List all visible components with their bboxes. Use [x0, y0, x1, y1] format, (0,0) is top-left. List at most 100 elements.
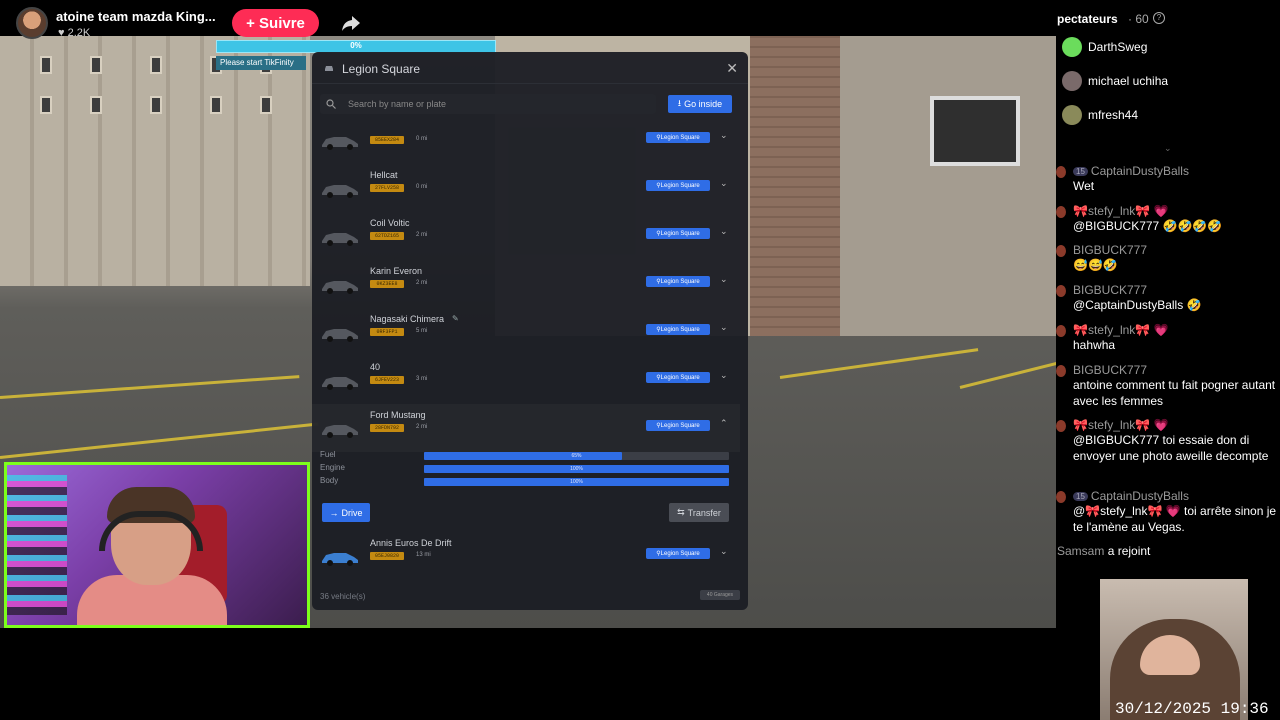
search-icon — [326, 99, 336, 109]
edit-icon[interactable]: ✎ — [452, 314, 459, 323]
fuel-label: Fuel — [320, 450, 336, 459]
distance: 2 mi — [416, 424, 428, 430]
streamer-avatar[interactable] — [16, 7, 48, 39]
chat-user[interactable]: 15 CaptainDustyBalls — [1073, 164, 1189, 178]
webcam-streamer — [4, 462, 310, 628]
chat-text: antoine comment tu fait pogner autant av… — [1073, 378, 1276, 408]
chevron-down-icon[interactable]: ⌄ — [720, 322, 728, 333]
search-input[interactable] — [348, 97, 638, 111]
chat-user[interactable]: BIGBUCK777 — [1073, 243, 1147, 257]
go-inside-button[interactable]: ⭳ Go inside — [668, 95, 732, 113]
transfer-label: Transfer — [687, 507, 721, 518]
stream-header: atoine team mazda King... ♥ 2.2K + Suivr… — [0, 0, 1056, 39]
location-badge: ⚲ Legion Square — [646, 228, 710, 239]
spectator-name: DarthSweg — [1088, 40, 1148, 54]
chevron-up-icon[interactable]: ⌃ — [720, 418, 728, 429]
tikfinity-progress-text: 0% — [350, 41, 362, 50]
fuel-bar: 65% — [424, 452, 729, 460]
transfer-button[interactable]: ⇆ Transfer — [669, 503, 729, 522]
vehicle-name: Coil Voltic — [370, 218, 410, 228]
chat-user[interactable]: 🎀stefy_lnk🎀 💗 — [1073, 323, 1169, 337]
vehicle-row[interactable]: 85EEX284 0 mi ⚲ Legion Square ⌄ — [312, 116, 740, 164]
vehicle-name: Nagasaki Chimera — [370, 314, 445, 324]
chevron-down-icon[interactable]: ⌄ — [1164, 143, 1172, 154]
avatar — [1056, 491, 1066, 503]
vehicle-row[interactable]: Karin Everon 0KZ3EE8 2 mi ⚲ Legion Square ⌄ — [312, 260, 740, 308]
distance: 0 mi — [416, 136, 428, 142]
search-field[interactable] — [320, 94, 656, 114]
stream-title[interactable]: atoine team mazda King... — [56, 9, 216, 24]
engine-bar: 100% — [424, 465, 729, 473]
level-badge: 15 — [1073, 167, 1088, 176]
info-icon[interactable]: ? — [1153, 12, 1165, 24]
join-user: Samsam — [1057, 544, 1105, 558]
spectator-name: mfresh44 — [1088, 108, 1139, 122]
building-left — [0, 36, 310, 286]
vehicle-name: Karin Everon — [370, 266, 423, 276]
car-thumbnail — [322, 425, 358, 438]
garage-header: Legion Square ✕ — [312, 52, 748, 84]
body-value: 100% — [570, 479, 583, 485]
distance: 2 mi — [416, 232, 428, 238]
engine-value: 100% — [570, 466, 583, 472]
chevron-down-icon[interactable]: ⌄ — [720, 178, 728, 189]
vehicle-name: Hellcat — [370, 170, 398, 180]
chat-user[interactable]: 🎀stefy_lnk🎀 💗 — [1073, 418, 1169, 432]
chat-user[interactable]: BIGBUCK777 — [1073, 363, 1147, 377]
viewer-count: ♥ 2.2K — [58, 27, 91, 39]
plate: 62TDZ165 — [370, 232, 404, 240]
level-badge: 15 — [1073, 492, 1088, 501]
car-thumbnail — [322, 185, 358, 198]
location-badge: ⚲ Legion Square — [646, 132, 710, 143]
location-badge: ⚲ Legion Square — [646, 420, 710, 431]
location-badge: ⚲ Legion Square — [646, 372, 710, 383]
go-inside-label: Go inside — [684, 99, 723, 109]
chevron-down-icon[interactable]: ⌄ — [720, 274, 728, 285]
location-badge: ⚲ Legion Square — [646, 324, 710, 335]
webcam-guest — [1100, 579, 1248, 720]
avatar — [1056, 365, 1066, 377]
plate: 0KZ3EE8 — [370, 280, 404, 288]
avatar — [1056, 206, 1066, 218]
car-thumbnail — [322, 281, 358, 294]
chat-text: @BIGBUCK777 toi essaie don di envoyer un… — [1073, 433, 1269, 463]
vehicle-row[interactable]: Coil Voltic 62TDZ165 2 mi ⚲ Legion Square ⌄ — [312, 212, 740, 260]
drive-label: Drive — [341, 507, 363, 518]
chat-text: @BIGBUCK777 🤣🤣🤣🤣 — [1073, 219, 1223, 233]
avatar — [1056, 245, 1066, 257]
chat-user[interactable]: 15 CaptainDustyBalls — [1073, 489, 1189, 503]
chat-user[interactable]: BIGBUCK777 — [1073, 283, 1147, 297]
chevron-down-icon[interactable]: ⌄ — [720, 226, 728, 237]
vehicle-row-annis-euros[interactable]: Annis Euros De Drift 05EJ0820 13 mi ⚲ Le… — [312, 532, 740, 580]
garage-panel: Legion Square ✕ ⭳Go inside 85EEX284 0 mi ⚲… — [312, 52, 748, 610]
drive-button[interactable]: → Drive — [322, 503, 370, 522]
distance: 3 mi — [416, 376, 428, 382]
vehicle-name: 40 — [370, 362, 381, 372]
chevron-down-icon[interactable]: ⌄ — [720, 546, 728, 557]
distance: 0 mi — [416, 184, 428, 190]
enter-icon: ⭳ — [677, 98, 682, 108]
location-badge: ⚲ Legion Square — [646, 548, 710, 559]
vehicle-row[interactable]: Hellcat 27FLV258 0 mi ⚲ Legion Square ⌄ — [312, 164, 740, 212]
chevron-down-icon[interactable]: ⌄ — [720, 130, 728, 141]
timestamp: 30/12/2025 19:36 — [1115, 700, 1269, 718]
vehicle-name: Annis Euros De Drift — [370, 538, 452, 548]
car-thumbnail — [322, 553, 358, 566]
vehicle-row[interactable]: 40 6JFEV223 3 mi ⚲ Legion Square ⌄ — [312, 356, 740, 404]
plate: 28FDN792 — [370, 424, 404, 432]
avatar — [1062, 105, 1082, 125]
plate: 0RF3FP1 — [370, 328, 404, 336]
vehicle-row[interactable]: Nagasaki Chimera 0RF3FP1 5 mi ⚲ Legion Squa… — [312, 308, 740, 356]
close-icon[interactable]: ✕ — [726, 60, 738, 77]
chat-text: @🎀stefy_lnk🎀 💗 toi arrête sinon je te l'… — [1073, 504, 1277, 534]
vehicle-row[interactable]: Ford Mustang 28FDN792 2 mi ⚲ Legion Square ⌃ — [312, 404, 740, 452]
stream-screen: atoine team mazda King... ♥ 2.2K + Suivr… — [0, 0, 1280, 720]
chevron-down-icon[interactable]: ⌄ — [720, 370, 728, 381]
distance: 5 mi — [416, 328, 428, 334]
garage-title: Legion Square — [342, 62, 421, 76]
follow-button[interactable]: + Suivre — [232, 9, 319, 37]
share-icon[interactable] — [341, 13, 361, 33]
spectators-count: · 60 — [1128, 12, 1149, 26]
car-thumbnail — [322, 329, 358, 342]
chat-user[interactable]: 🎀stefy_lnk🎀 💗 — [1073, 204, 1169, 218]
